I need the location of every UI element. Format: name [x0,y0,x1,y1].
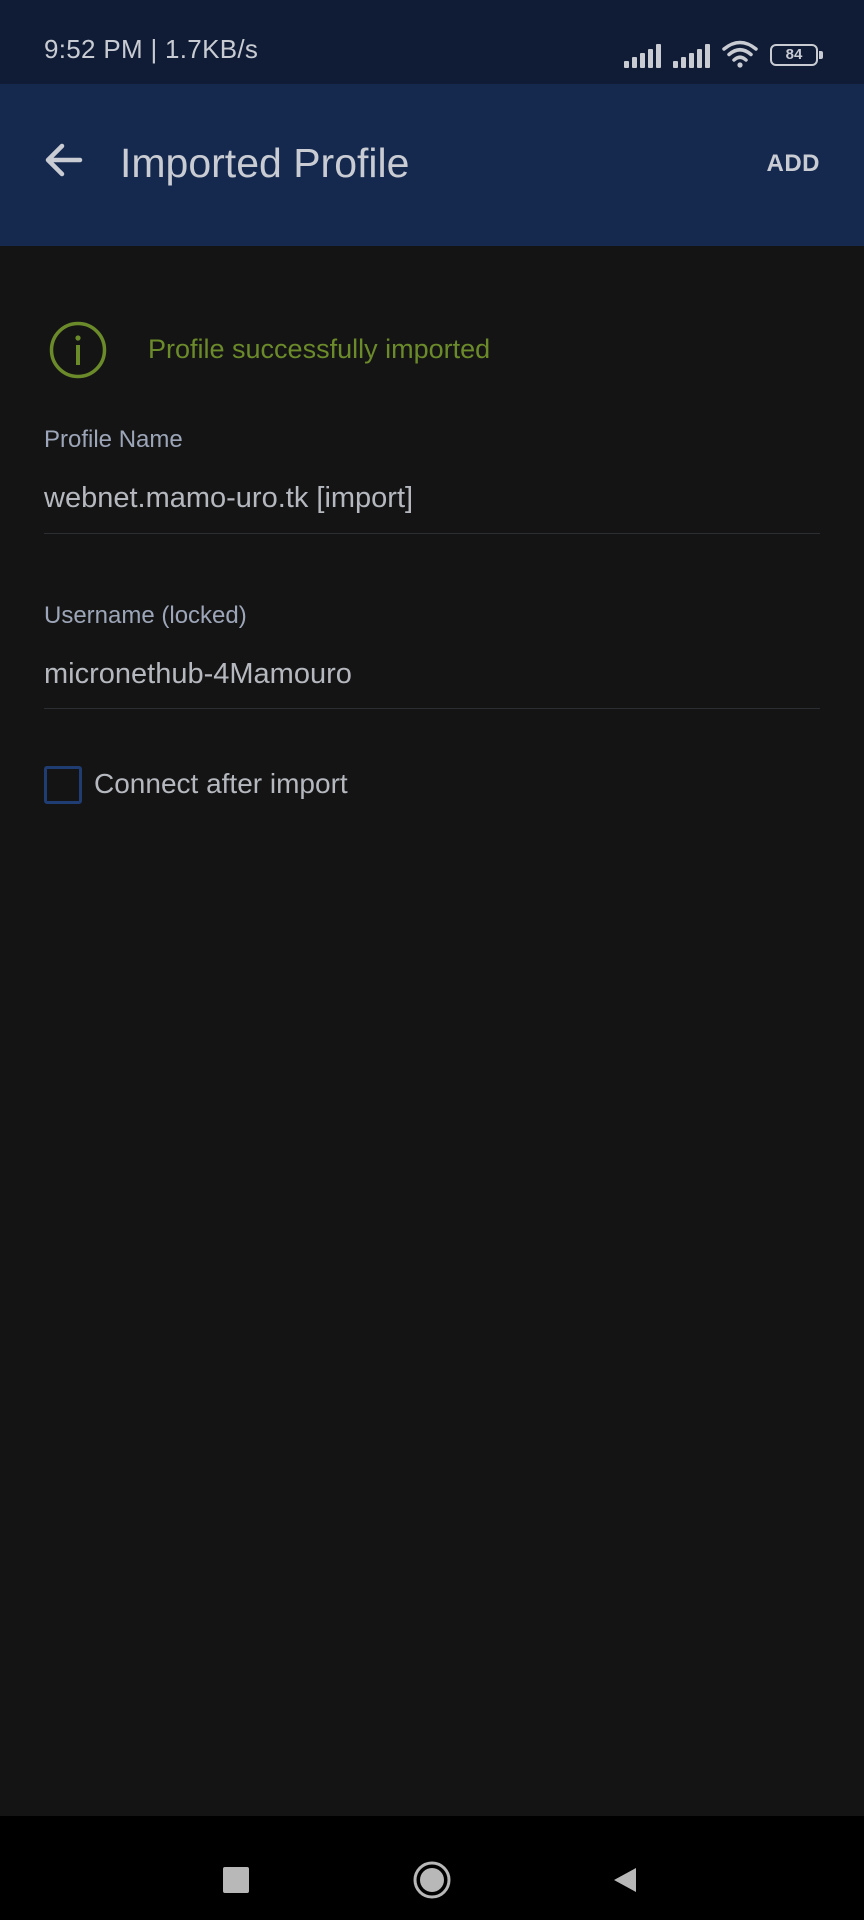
profile-name-field[interactable]: webnet.mamo-uro.tk [import] [44,482,413,515]
connect-after-import-label[interactable]: Connect after import [94,768,348,800]
status-bar: 9:52 PM | 1.7KB/s 84 [0,0,864,84]
home-circle-icon[interactable] [412,1860,452,1900]
back-triangle-icon[interactable] [609,1864,641,1896]
username-label: Username (locked) [44,602,247,629]
page-title: Imported Profile [120,140,410,186]
success-message: Profile successfully imported [148,334,491,364]
status-icons: 84 [624,38,823,68]
battery-level: 84 [785,46,803,63]
connect-after-import-checkbox[interactable] [44,766,82,804]
success-row [48,319,108,381]
info-circle-icon [49,321,107,379]
signal-icon [673,42,710,68]
profile-name-underline [44,533,820,534]
back-button[interactable] [38,134,90,186]
battery-icon: 84 [770,44,823,66]
screen: 9:52 PM | 1.7KB/s 84 Imported Profile AD… [0,0,864,1920]
signal-icon [624,42,661,68]
status-time: 9:52 PM | 1.7KB/s [44,34,259,64]
navigation-bar [0,1816,864,1920]
app-bar: Imported Profile ADD [0,84,864,246]
recents-square-icon[interactable] [223,1867,249,1893]
add-button[interactable]: ADD [767,150,821,178]
username-field: micronethub-4Mamouro [44,658,352,690]
profile-name-label: Profile Name [44,426,183,453]
arrow-left-icon [45,143,83,177]
username-underline [44,708,820,709]
wifi-icon [722,40,758,68]
